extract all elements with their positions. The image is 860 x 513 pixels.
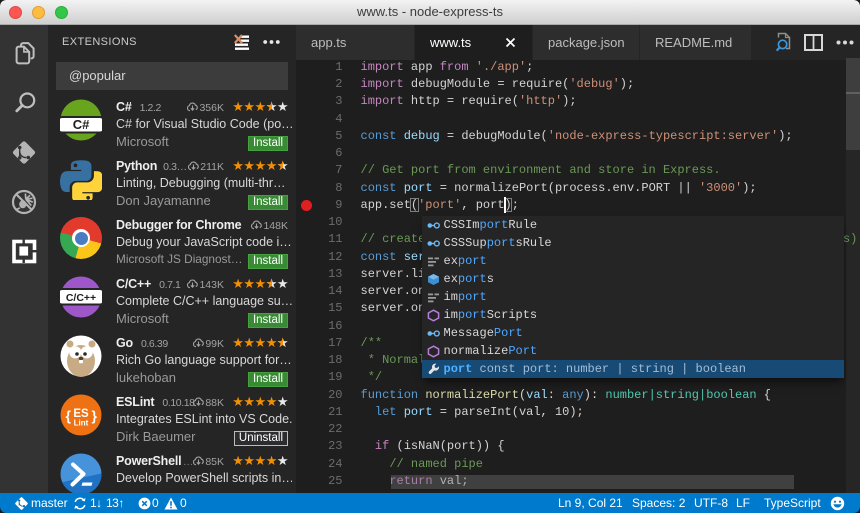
svg-text:{: { <box>66 408 72 424</box>
svg-text:C/C++: C/C++ <box>66 292 96 304</box>
svg-text:C#: C# <box>73 117 90 132</box>
svg-text:}: } <box>92 408 98 424</box>
svg-text:Lint: Lint <box>74 419 89 428</box>
